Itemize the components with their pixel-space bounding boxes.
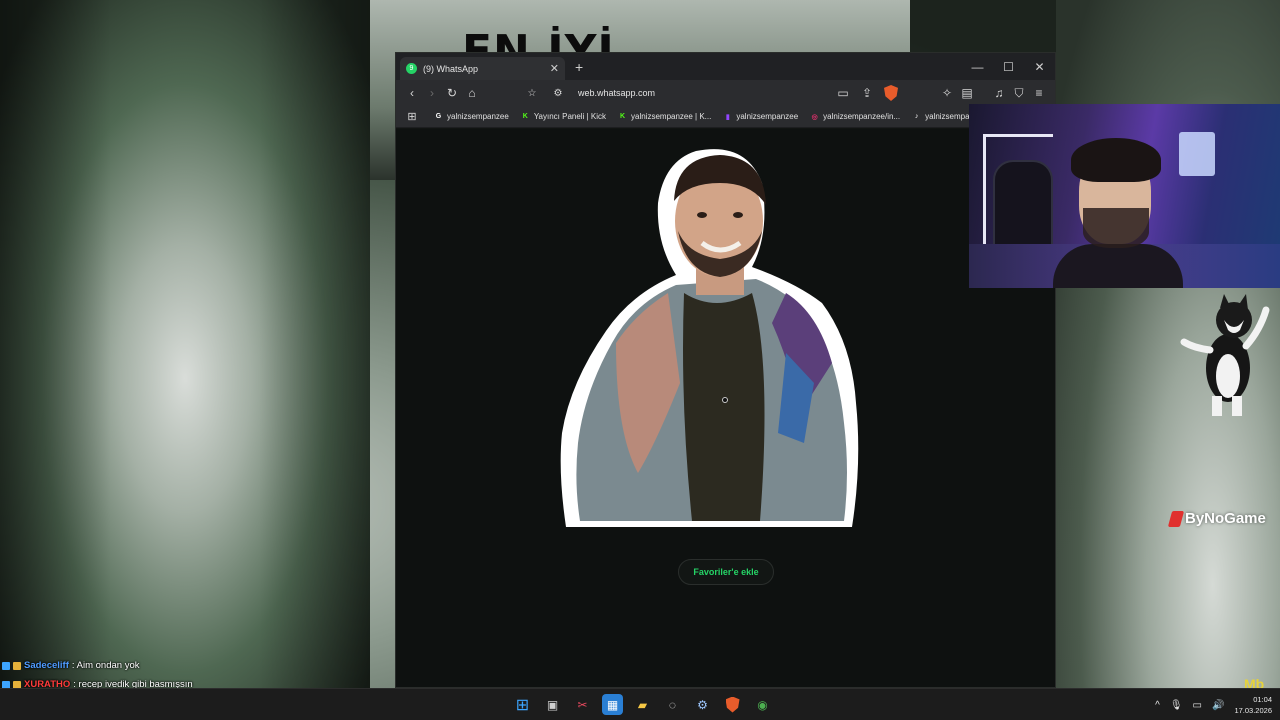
windows-taskbar: ⊞ ▣ ✂ ▦ ▰ ◌ ⚙ ◉ ^ 🎙 ▭ 🔊 01:04 17.03.2026 xyxy=(0,688,1280,720)
stream-scene: EN İYİ AVRUPA 9 (9) WhatsApp ✕ + — ☐ ✕ ‹… xyxy=(0,0,1280,720)
photos-icon[interactable]: ▦ xyxy=(602,694,623,715)
bookmark-label: yalnizsempanzee xyxy=(736,112,799,121)
screenshot-tool-icon[interactable]: ✂ xyxy=(572,694,593,715)
system-clock[interactable]: 01:04 17.03.2026 xyxy=(1234,694,1272,716)
bookmark-label: Yayıncı Paneli | Kick xyxy=(533,112,606,121)
maximize-button[interactable]: ☐ xyxy=(993,53,1024,80)
chat-message: Sadeceliff: Aim ondan yok xyxy=(2,656,368,675)
bookmark-icon[interactable]: ☆ xyxy=(522,83,542,103)
bookmarks-bar: ⊞ Gyalnizsempanzee K Yayıncı Paneli | Kick… xyxy=(396,106,1055,128)
taskbar-apps: ⊞ ▣ ✂ ▦ ▰ ◌ ⚙ ◉ xyxy=(512,694,773,715)
browser-toolbar: ‹ › ↻ ⌂ ☆ ⚙ web.whatsapp.com ▭ ⇪ ✧ ▤ ♫ ⛉… xyxy=(396,80,1055,106)
tab-bar: 9 (9) WhatsApp ✕ + — ☐ ✕ xyxy=(396,53,1055,80)
bookmark-label: yalnizsempanzee | K... xyxy=(631,112,712,121)
bookmark-item[interactable]: ▮ yalnizsempanzee xyxy=(723,112,798,121)
tiktok-icon: ♪ xyxy=(914,113,919,120)
kick-icon: K xyxy=(619,113,626,120)
bookmark-item[interactable]: K Yayıncı Paneli | Kick xyxy=(521,112,606,121)
whatsapp-sticker-viewer: Favoriler'e ekle xyxy=(396,129,1055,687)
minimize-button[interactable]: — xyxy=(962,53,993,80)
sponsor-logo: ByNoGame xyxy=(1167,510,1266,527)
blurred-background-left xyxy=(0,0,370,688)
bookmark-label: yalnizsempanzee xyxy=(447,112,509,121)
close-window-button[interactable]: ✕ xyxy=(1024,53,1055,80)
dancing-cat-gif xyxy=(1180,294,1270,416)
mouse-cursor xyxy=(722,397,728,403)
background-banner-text: EN İYİ AVRUPA xyxy=(462,26,615,54)
apps-grid-icon[interactable]: ⊞ xyxy=(402,107,422,127)
bynogame-logo-icon xyxy=(1167,510,1185,527)
webcam-streamer-hair xyxy=(1071,138,1161,182)
window-controls: — ☐ ✕ xyxy=(962,53,1055,80)
tab-whatsapp[interactable]: 9 (9) WhatsApp ✕ xyxy=(400,57,565,80)
webcam-streamer-beard xyxy=(1083,208,1149,248)
clock-time: 01:04 xyxy=(1253,695,1272,704)
brave-icon[interactable] xyxy=(722,694,743,715)
kick-icon: K xyxy=(522,113,528,120)
windows-start-icon[interactable]: ⊞ xyxy=(512,694,533,715)
whatsapp-icon: 9 xyxy=(406,63,417,74)
cast-icon[interactable]: ▭ xyxy=(833,83,853,103)
file-explorer-icon[interactable]: ▰ xyxy=(632,694,653,715)
chat-badge-icon xyxy=(2,661,10,670)
bookmark-item[interactable]: Gyalnizsempanzee xyxy=(434,112,509,121)
twitch-icon: ▮ xyxy=(725,113,730,121)
webcam-streamer-body xyxy=(1053,244,1183,288)
brave-shields-icon[interactable] xyxy=(881,83,901,103)
chevron-up-icon[interactable]: ^ xyxy=(1155,700,1160,711)
sponsor-name: ByNoGame xyxy=(1185,510,1266,527)
bookmark-item[interactable]: ◎ yalnizsempanzee/in... xyxy=(810,112,901,121)
display-icon[interactable]: ▭ xyxy=(1193,700,1202,711)
extensions-icon[interactable]: ✧ xyxy=(937,83,957,103)
sidebar-icon[interactable]: ▤ xyxy=(957,83,977,103)
share-icon[interactable]: ⇪ xyxy=(857,83,877,103)
instagram-icon: ◎ xyxy=(811,113,818,121)
steam-icon[interactable]: ⚙ xyxy=(692,694,713,715)
home-button[interactable]: ⌂ xyxy=(462,83,482,103)
webcam-lightbox xyxy=(1179,132,1215,176)
media-icon[interactable]: ♫ xyxy=(989,83,1009,103)
extension-actions: ✧ ▤ ♫ ⛉ ≡ xyxy=(937,83,1049,103)
back-button[interactable]: ‹ xyxy=(402,83,422,103)
vpn-icon[interactable]: ⛉ xyxy=(1009,83,1029,103)
webcam-overlay xyxy=(969,104,1280,288)
microphone-icon[interactable]: 🎙 xyxy=(1170,700,1183,711)
close-icon[interactable]: ✕ xyxy=(550,62,559,75)
system-tray: ^ 🎙 ▭ 🔊 01:04 17.03.2026 xyxy=(1155,689,1272,720)
site-settings-icon[interactable]: ⚙ xyxy=(548,83,568,103)
bookmark-item[interactable]: Kyalnizsempanzee | K... xyxy=(618,112,711,121)
browser-window: 9 (9) WhatsApp ✕ + — ☐ ✕ ‹ › ↻ ⌂ ☆ ⚙ web… xyxy=(395,52,1056,688)
sticker-image xyxy=(560,149,859,528)
clock-date: 17.03.2026 xyxy=(1234,706,1272,715)
google-icon: G xyxy=(435,113,442,120)
volume-icon[interactable]: 🔊 xyxy=(1212,700,1224,711)
task-view-icon[interactable]: ▣ xyxy=(542,694,563,715)
reload-button[interactable]: ↻ xyxy=(442,83,462,103)
chrome-icon[interactable]: ◉ xyxy=(752,694,773,715)
add-to-favorites-button[interactable]: Favoriler'e ekle xyxy=(678,559,774,585)
menu-icon[interactable]: ≡ xyxy=(1029,83,1049,103)
obs-icon[interactable]: ◌ xyxy=(662,694,683,715)
url-text: web.whatsapp.com xyxy=(578,88,656,98)
bookmark-label: yalnizsempanzee/in... xyxy=(823,112,901,121)
chat-username: Sadeceliff xyxy=(24,660,69,671)
address-bar-actions: ▭ ⇪ xyxy=(833,83,901,103)
chat-text: : Aim ondan yok xyxy=(71,660,140,671)
plus-icon[interactable]: + xyxy=(575,59,583,75)
chat-badge-icon xyxy=(13,661,21,670)
forward-button[interactable]: › xyxy=(422,83,442,103)
tab-title: (9) WhatsApp xyxy=(423,63,479,74)
